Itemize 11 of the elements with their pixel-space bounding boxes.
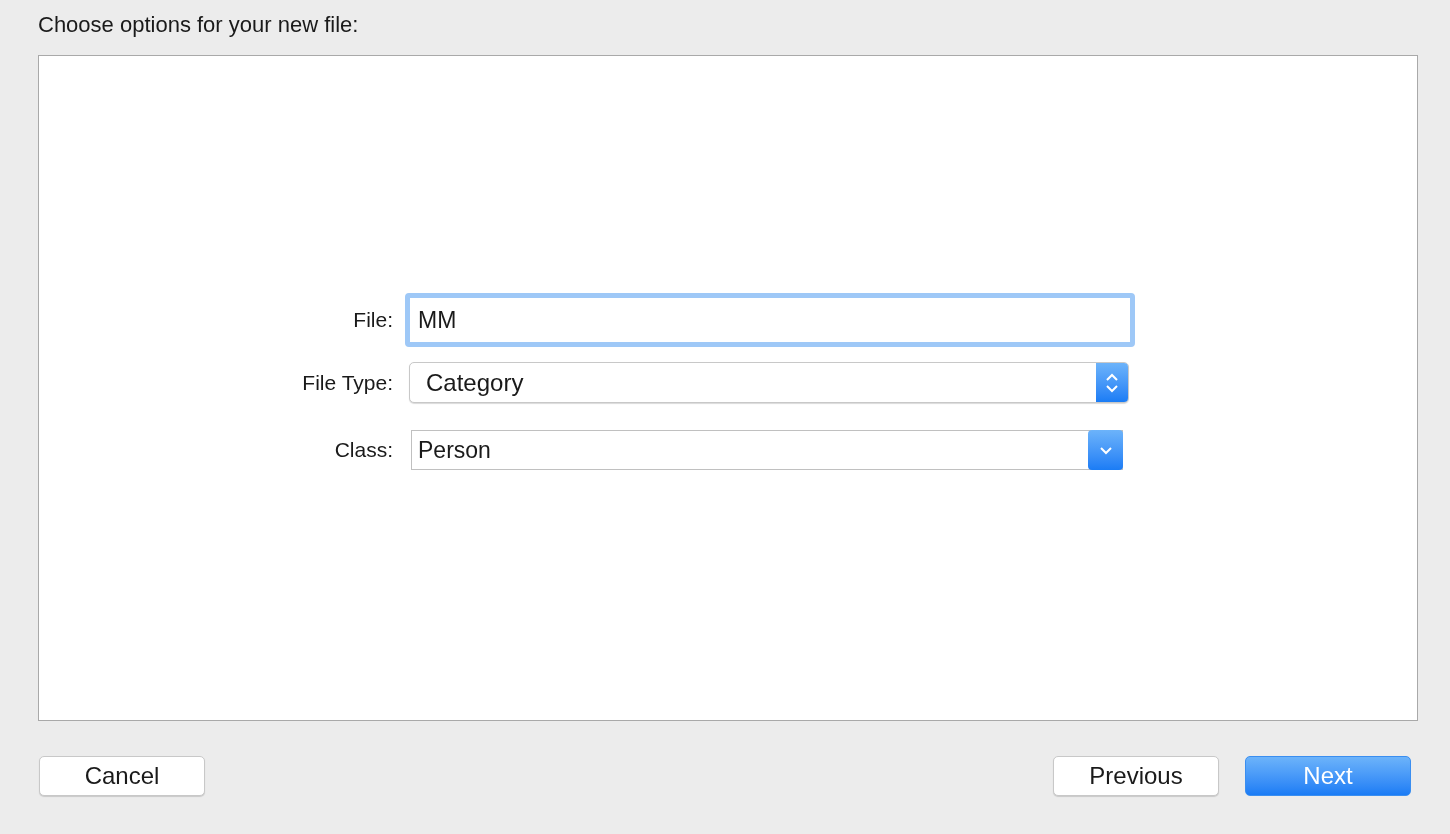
file-type-popup[interactable]: Category	[409, 362, 1129, 403]
dropdown-button[interactable]	[1088, 430, 1123, 470]
class-combo-box[interactable]: Person	[411, 430, 1123, 470]
field-label: File:	[352, 307, 394, 334]
dialog-button[interactable]: Cancel	[39, 755, 205, 796]
field-label: File Type:	[301, 369, 394, 396]
field-label: Class:	[333, 437, 394, 464]
dialog-heading: Choose options for your new file:	[38, 12, 359, 37]
dialog-button[interactable]: Previous	[1053, 755, 1219, 796]
file-name-field[interactable]: MM	[405, 293, 1135, 347]
chevron-down-icon	[1098, 445, 1113, 455]
